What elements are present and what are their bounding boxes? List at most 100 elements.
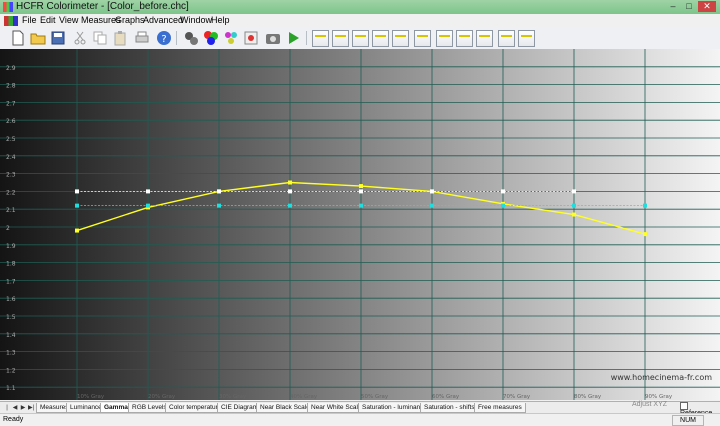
doc-icon[interactable] bbox=[4, 16, 18, 26]
graph-saturation-icon[interactable] bbox=[476, 30, 493, 47]
y-tick-label: 2.6 bbox=[6, 118, 16, 125]
adjust-xyz-checkbox[interactable]: Adjust XYZ bbox=[632, 401, 667, 408]
data-point bbox=[359, 189, 363, 194]
data-point bbox=[572, 203, 576, 208]
data-point bbox=[643, 232, 647, 237]
tab-last-icon[interactable]: ▶| bbox=[28, 404, 34, 412]
sensor-icon[interactable] bbox=[183, 30, 199, 46]
y-tick-label: 2 bbox=[6, 225, 10, 232]
y-tick-label: 1.2 bbox=[6, 367, 16, 374]
graph-cie-icon[interactable] bbox=[414, 30, 431, 47]
menu-view[interactable]: View bbox=[59, 15, 78, 25]
menu-help[interactable]: Help bbox=[211, 15, 230, 25]
y-tick-label: 2.4 bbox=[6, 154, 16, 161]
gamma-chart: 2.9 2.8 2.7 2.6 2.5 2.4 2.3 2.2 2.1 2 1.9 1.8 1.7 1.6… bbox=[0, 49, 720, 400]
menu-file[interactable]: File bbox=[22, 15, 37, 25]
y-tick-label: 2.3 bbox=[6, 172, 16, 179]
menu-window[interactable]: Window bbox=[180, 15, 212, 25]
data-point bbox=[430, 203, 434, 208]
camera-icon[interactable] bbox=[265, 30, 281, 46]
data-point bbox=[501, 189, 505, 194]
svg-text:?: ? bbox=[161, 34, 166, 45]
toolbar: ? bbox=[0, 27, 720, 50]
graph-near-black-icon[interactable] bbox=[436, 30, 453, 47]
num-lock-indicator: NUM bbox=[672, 415, 704, 426]
window-controls: – □ ✕ bbox=[666, 1, 716, 12]
x-tick-label: 20% Gray bbox=[148, 394, 176, 400]
paste-icon[interactable] bbox=[112, 30, 128, 46]
color-patches-icon[interactable] bbox=[223, 30, 239, 46]
x-tick-label: 60% Gray bbox=[432, 394, 460, 400]
cut-icon[interactable] bbox=[72, 30, 88, 46]
menu-advanced[interactable]: Advanced bbox=[143, 15, 183, 25]
graph-near-white-icon[interactable] bbox=[456, 30, 473, 47]
data-point bbox=[572, 212, 576, 217]
app-icon bbox=[3, 2, 13, 12]
data-point bbox=[643, 203, 647, 208]
graph-saturation-shifts-icon[interactable] bbox=[498, 30, 515, 47]
graph-measures-icon[interactable] bbox=[312, 30, 329, 47]
toolbar-separator bbox=[176, 31, 177, 45]
tab-near-black-scale[interactable]: Near Black Scale bbox=[256, 403, 314, 413]
y-tick-label: 2.9 bbox=[6, 65, 16, 72]
tab-next-icon[interactable]: ▶ bbox=[20, 404, 26, 412]
x-tick-label: 10% Gray bbox=[77, 394, 105, 400]
x-tick-label: 70% Gray bbox=[503, 394, 531, 400]
data-point bbox=[288, 189, 292, 194]
data-point bbox=[288, 203, 292, 208]
data-point bbox=[146, 203, 150, 208]
tab-first-icon[interactable]: |◀ bbox=[4, 404, 10, 419]
y-tick-label: 2.5 bbox=[6, 136, 16, 143]
x-tick-label: 40% Gray bbox=[290, 394, 318, 400]
open-folder-icon[interactable] bbox=[30, 30, 46, 46]
checkbox-icon bbox=[680, 402, 688, 410]
data-point bbox=[359, 203, 363, 208]
y-tick-label: 1.9 bbox=[6, 243, 16, 250]
data-point bbox=[288, 180, 292, 185]
data-point bbox=[146, 189, 150, 194]
graph-gamma-icon[interactable] bbox=[352, 30, 369, 47]
status-text: Ready bbox=[3, 416, 24, 423]
menu-bar: File Edit View Measures Graphs Advanced … bbox=[0, 14, 720, 27]
y-tick-label: 1.4 bbox=[6, 332, 16, 339]
menu-edit[interactable]: Edit bbox=[40, 15, 56, 25]
data-point bbox=[217, 189, 221, 194]
graph-color-temp-icon[interactable] bbox=[392, 30, 409, 47]
copy-icon[interactable] bbox=[92, 30, 108, 46]
target-icon[interactable] bbox=[243, 30, 259, 46]
tab-saturation-shifts[interactable]: Saturation - shifts bbox=[420, 403, 479, 413]
graph-luminance-icon[interactable] bbox=[332, 30, 349, 47]
data-point bbox=[359, 184, 363, 189]
data-point bbox=[572, 189, 576, 194]
y-tick-label: 1.1 bbox=[6, 385, 16, 392]
rgb-generator-icon[interactable] bbox=[203, 30, 219, 46]
x-tick-label: 50% Gray bbox=[361, 394, 389, 400]
tab-near-white-scale[interactable]: Near White Scale bbox=[307, 403, 366, 413]
save-icon[interactable] bbox=[50, 30, 66, 46]
y-tick-label: 2.7 bbox=[6, 100, 16, 107]
data-point bbox=[501, 203, 505, 208]
window-title: HCFR Colorimeter - [Color_before.chc] bbox=[16, 1, 189, 12]
play-icon[interactable] bbox=[285, 30, 301, 46]
title-bar: HCFR Colorimeter - [Color_before.chc] – … bbox=[0, 0, 720, 15]
tab-prev-icon[interactable]: ◀ bbox=[12, 404, 18, 412]
y-tick-label: 1.3 bbox=[6, 350, 16, 357]
x-tick-label: 30% Gray bbox=[219, 394, 247, 400]
tab-free-measures[interactable]: Free measures bbox=[474, 403, 526, 413]
data-point bbox=[430, 189, 434, 194]
watermark: www.homecinema-fr.com bbox=[611, 373, 713, 382]
minimize-button[interactable]: – bbox=[666, 1, 680, 12]
help-icon[interactable]: ? bbox=[156, 30, 172, 46]
data-point bbox=[75, 228, 79, 233]
close-button[interactable]: ✕ bbox=[698, 1, 716, 12]
y-tick-label: 1.7 bbox=[6, 278, 16, 285]
graph-free-measures-icon[interactable] bbox=[518, 30, 535, 47]
y-tick-label: 1.8 bbox=[6, 261, 16, 268]
x-tick-label: 80% Gray bbox=[574, 394, 602, 400]
graph-rgb-levels-icon[interactable] bbox=[372, 30, 389, 47]
print-icon[interactable] bbox=[134, 30, 150, 46]
data-point bbox=[75, 203, 79, 208]
menu-graphs[interactable]: Graphs bbox=[115, 15, 145, 25]
maximize-button[interactable]: □ bbox=[682, 1, 696, 12]
new-file-icon[interactable] bbox=[10, 30, 26, 46]
